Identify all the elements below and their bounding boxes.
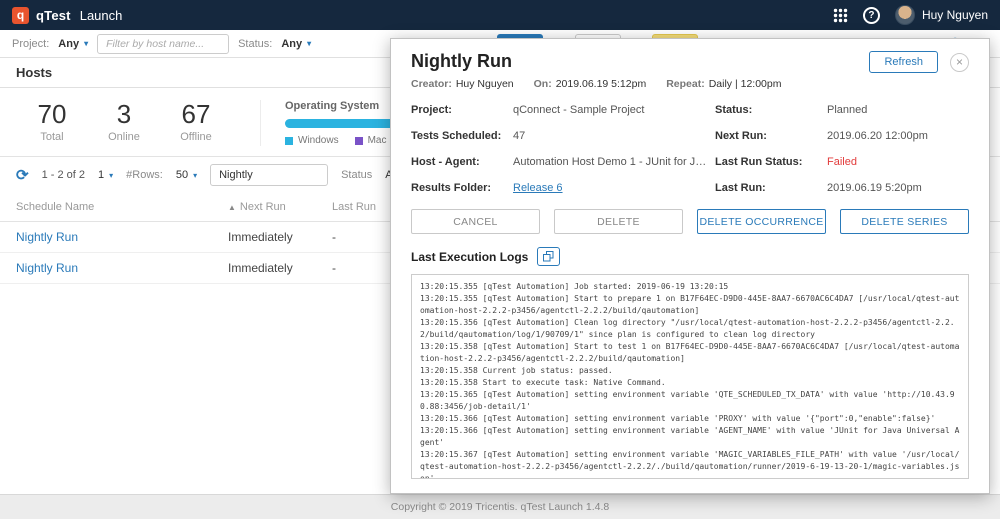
- last-run-label: Last Run:: [715, 182, 821, 194]
- pagination-range: 1 - 2 of 2: [42, 169, 85, 181]
- stat-offline: 67 Offline: [160, 100, 232, 143]
- footer: Copyright © 2019 Tricentis. qTest Launch…: [0, 494, 1000, 519]
- modal-actions: CANCEL DELETE DELETE OCCURRENCE DELETE S…: [411, 209, 969, 234]
- modal-refresh-button[interactable]: Refresh: [869, 51, 938, 73]
- project-filter-label: Project:: [12, 38, 49, 50]
- stat-total: 70 Total: [16, 100, 88, 143]
- stat-online: 3 Online: [88, 100, 160, 143]
- help-icon[interactable]: ?: [863, 7, 880, 24]
- page-select[interactable]: 1 ▾: [98, 169, 113, 181]
- schedule-status-label: Status: [341, 169, 372, 181]
- windows-swatch-icon: [285, 137, 293, 145]
- cancel-button[interactable]: CANCEL: [411, 209, 540, 234]
- host-agent-label: Host - Agent:: [411, 156, 507, 168]
- chevron-down-icon: ▾: [109, 171, 113, 180]
- app-window: q qTest Launch ? Huy Nguyen Project: Any: [0, 0, 1000, 519]
- schedule-search-input[interactable]: [210, 164, 328, 186]
- qtest-logo-icon: q: [12, 7, 29, 24]
- tests-scheduled-label: Tests Scheduled:: [411, 130, 507, 142]
- copyright-text: Copyright © 2019 Tricentis. qTest Launch…: [391, 501, 609, 513]
- modal-meta: Creator: Huy Nguyen On: 2019.06.19 5:12p…: [411, 78, 969, 90]
- project-value: qConnect - Sample Project: [513, 104, 709, 116]
- status-filter-select[interactable]: Any ▾: [281, 38, 311, 50]
- project-label: Project:: [411, 104, 507, 116]
- delete-occurrence-button[interactable]: DELETE OCCURRENCE: [697, 209, 826, 234]
- schedule-name-link[interactable]: Nightly Run: [16, 261, 78, 275]
- creator-meta: Creator: Huy Nguyen: [411, 78, 514, 90]
- host-name-filter-input[interactable]: [97, 34, 229, 54]
- last-run-status-value: Failed: [827, 156, 969, 168]
- repeat-meta: Repeat: Daily | 12:00pm: [666, 78, 781, 90]
- next-run-label: Next Run:: [715, 130, 821, 142]
- execution-logs-label: Last Execution Logs: [411, 250, 528, 264]
- delete-series-button[interactable]: DELETE SERIES: [840, 209, 969, 234]
- modal-title: Nightly Run: [411, 51, 512, 72]
- modal-fields: Project: qConnect - Sample Project Statu…: [411, 104, 969, 194]
- last-run-status-label: Last Run Status:: [715, 156, 821, 168]
- top-navbar: q qTest Launch ? Huy Nguyen: [0, 0, 1000, 30]
- column-header-next-run[interactable]: ▲Next Run: [212, 193, 316, 222]
- rows-per-page-label: #Rows:: [126, 169, 163, 181]
- column-header-schedule-name[interactable]: Schedule Name: [0, 193, 212, 222]
- chevron-down-icon: ▾: [307, 39, 311, 48]
- schedule-detail-modal: Nightly Run Refresh × Creator: Huy Nguye…: [390, 38, 990, 494]
- close-icon[interactable]: ×: [950, 53, 969, 72]
- sort-asc-icon: ▲: [228, 203, 236, 212]
- last-run-value: 2019.06.19 5:20pm: [827, 182, 969, 194]
- apps-grid-icon[interactable]: [833, 8, 848, 23]
- brand-name: qTest: [36, 8, 71, 23]
- legend-windows: Windows: [285, 135, 339, 146]
- execution-log-output[interactable]: 13:20:15.355 [qTest Automation] Job star…: [411, 274, 969, 479]
- results-folder-link[interactable]: Release 6: [513, 182, 563, 194]
- next-run-cell: Immediately: [212, 253, 316, 284]
- rows-per-page-select[interactable]: 50 ▾: [176, 169, 197, 181]
- chevron-down-icon: ▾: [193, 171, 197, 180]
- project-filter-select[interactable]: Any ▾: [58, 38, 88, 50]
- host-agent-value: Automation Host Demo 1 - JUnit for Java …: [513, 156, 709, 168]
- next-run-value: 2019.06.20 12:00pm: [827, 130, 969, 142]
- schedule-name-link[interactable]: Nightly Run: [16, 230, 78, 244]
- status-value: Planned: [827, 104, 969, 116]
- tests-scheduled-value: 47: [513, 130, 709, 142]
- mac-swatch-icon: [355, 137, 363, 145]
- refresh-icon[interactable]: ⟳: [16, 168, 29, 183]
- results-folder-label: Results Folder:: [411, 182, 507, 194]
- status-filter-label: Status:: [238, 38, 272, 50]
- user-name[interactable]: Huy Nguyen: [922, 8, 988, 22]
- delete-button[interactable]: DELETE: [554, 209, 683, 234]
- legend-mac: Mac: [355, 135, 387, 146]
- next-run-cell: Immediately: [212, 222, 316, 253]
- copy-icon: [543, 251, 554, 262]
- status-label: Status:: [715, 104, 821, 116]
- chevron-down-icon: ▾: [84, 39, 88, 48]
- created-on-meta: On: 2019.06.19 5:12pm: [534, 78, 647, 90]
- user-avatar[interactable]: [895, 5, 915, 25]
- copy-logs-button[interactable]: [537, 247, 560, 266]
- brand-suffix: Launch: [80, 8, 123, 23]
